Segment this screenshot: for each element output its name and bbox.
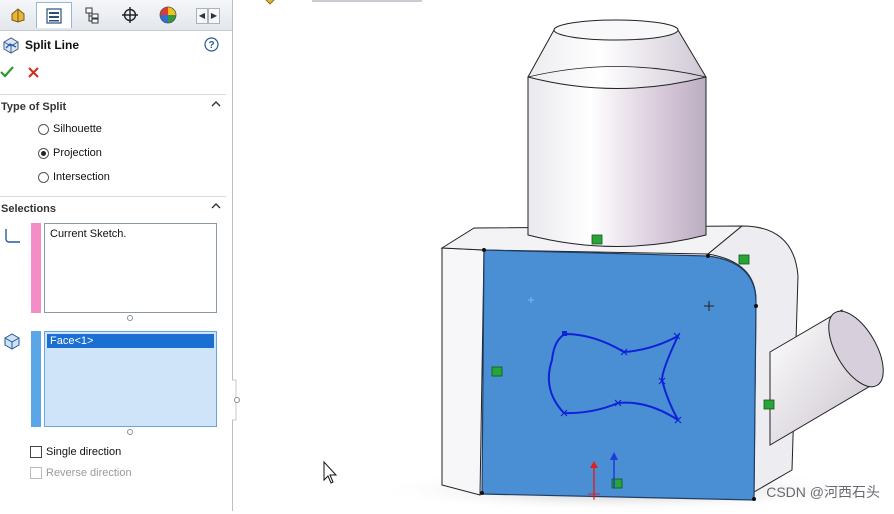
sketch-color-swatch — [31, 223, 41, 313]
sketch-selection-box[interactable]: Current Sketch. — [44, 223, 217, 313]
property-manager-icon — [46, 7, 62, 24]
display-manager-icon — [159, 6, 177, 24]
tab-dim-xpert[interactable] — [112, 2, 148, 28]
face-icon — [4, 333, 20, 350]
radio-silhouette[interactable]: Silhouette — [38, 121, 102, 137]
tab-property-manager[interactable] — [36, 2, 72, 28]
cancel-x-icon[interactable] — [27, 66, 40, 79]
radio-label: Intersection — [53, 171, 110, 183]
graphics-area[interactable]: CSDN @河西石头 — [242, 0, 894, 512]
sketch-endpoint — [562, 331, 567, 336]
manager-tab-bar: ◀ ▶ — [0, 0, 232, 31]
radio-label: Projection — [53, 147, 102, 159]
property-manager-panel: ◀ ▶ Split Line ? Type of Split Silhouett… — [0, 0, 233, 511]
checkbox-label: Single direction — [46, 446, 122, 458]
chevron-up-icon[interactable] — [210, 200, 222, 212]
face-color-swatch — [31, 331, 41, 427]
resize-handle[interactable] — [127, 315, 133, 321]
watermark: CSDN @河西石头 — [766, 484, 880, 500]
reverse-direction-checkbox — [30, 467, 42, 479]
radio-projection[interactable]: Projection — [38, 145, 102, 161]
ok-checkmark-icon[interactable] — [0, 65, 14, 79]
single-direction-checkbox[interactable] — [30, 446, 42, 458]
splitter-handle-icon — [232, 379, 240, 421]
face-selection-item[interactable]: Face<1> — [47, 334, 214, 348]
tab-feature-manager[interactable] — [0, 2, 36, 28]
resize-handle[interactable] — [127, 429, 133, 435]
configuration-manager-icon — [85, 7, 99, 24]
sketch-selection-value: Current Sketch. — [50, 228, 127, 240]
sketch-icon — [5, 229, 20, 243]
single-direction-option[interactable]: Single direction — [30, 444, 121, 460]
face-selection-box[interactable]: Face<1> — [44, 331, 217, 427]
chevron-up-icon[interactable] — [210, 98, 222, 110]
radio-label: Silhouette — [53, 123, 102, 135]
panel-splitter[interactable] — [232, 0, 242, 511]
selections-header[interactable]: Selections — [0, 196, 226, 215]
selected-face[interactable] — [481, 249, 757, 501]
ok-cancel-row — [0, 62, 232, 82]
property-manager-header: Split Line ? — [0, 34, 232, 56]
radio-button[interactable] — [38, 171, 49, 183]
split-line-icon — [3, 37, 19, 54]
section-title: Type of Split — [1, 101, 67, 113]
help-icon[interactable]: ? — [204, 37, 219, 52]
reverse-direction-option: Reverse direction — [30, 465, 132, 481]
feature-manager-icon — [11, 8, 25, 23]
checkbox-label: Reverse direction — [46, 467, 132, 479]
page-title: Split Line — [25, 38, 79, 52]
radio-button[interactable] — [38, 123, 49, 135]
type-of-split-header[interactable]: Type of Split — [0, 94, 226, 113]
svg-text:?: ? — [208, 40, 214, 51]
section-title: Selections — [1, 203, 57, 215]
box-left-face — [441, 247, 485, 496]
model-view[interactable] — [242, 0, 894, 512]
cone-top-face — [553, 19, 679, 41]
dim-xpert-icon — [122, 7, 138, 23]
mouse-cursor-icon — [323, 460, 338, 484]
tab-display-manager[interactable] — [150, 2, 186, 28]
tab-scroll-left-button[interactable]: ◀ — [196, 8, 208, 24]
tab-configuration-manager[interactable] — [74, 2, 110, 28]
top-cylinder — [527, 76, 707, 247]
tab-scroll-right-button[interactable]: ▶ — [208, 8, 220, 24]
breadcrumb — [265, 0, 422, 5]
radio-button[interactable] — [38, 147, 49, 159]
radio-intersection[interactable]: Intersection — [38, 169, 110, 185]
